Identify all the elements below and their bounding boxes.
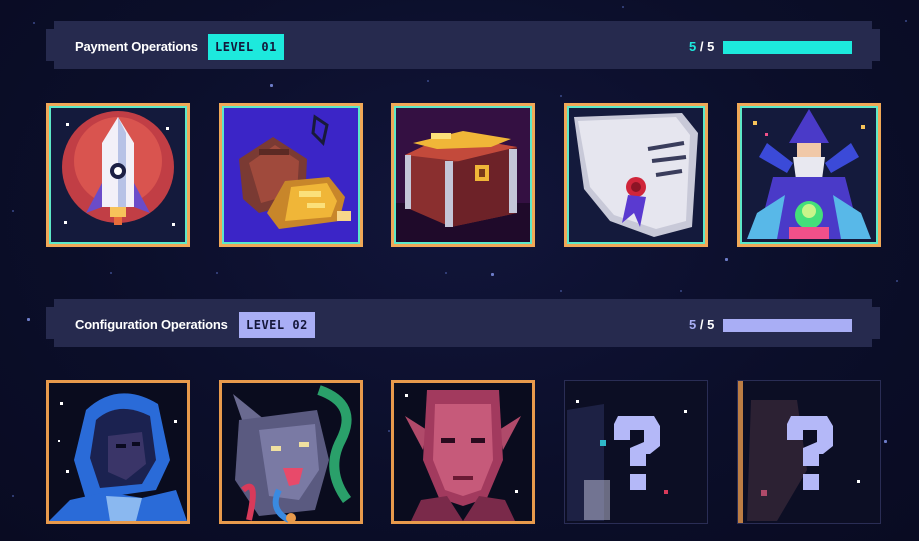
progress-count: 5 / 5 [689, 39, 714, 54]
level-badge: LEVEL 01 [208, 34, 284, 60]
achievement-card-elf[interactable] [391, 380, 535, 524]
achievement-card-wizard[interactable] [737, 103, 881, 247]
achievement-card-astronaut[interactable] [46, 380, 190, 524]
elf-portrait-icon [391, 380, 535, 524]
progress-current: 5 [689, 39, 697, 54]
achievement-card-gold-bag[interactable] [219, 103, 363, 247]
treasure-chest-icon [391, 103, 535, 247]
mystery-question-icon [564, 380, 708, 524]
section-header-configuration-operations: Configuration Operations LEVEL 02 5 / 5 [46, 299, 880, 347]
scroll-icon [564, 103, 708, 247]
section-header-payment-operations: Payment Operations LEVEL 01 5 / 5 [46, 21, 880, 69]
achievement-card-locked-2[interactable] [737, 380, 881, 524]
mystery-question-icon [737, 380, 881, 524]
achievement-card-treasure-chest[interactable] [391, 103, 535, 247]
astronaut-portrait-icon [46, 380, 190, 524]
achievement-card-scroll[interactable] [564, 103, 708, 247]
progress-bar [723, 319, 852, 332]
progress-bar [723, 41, 852, 54]
achievements-screen: Payment Operations LEVEL 01 5 / 5 Config… [0, 0, 919, 541]
progress-fill [723, 41, 852, 54]
rocket-icon [46, 103, 190, 247]
wolf-warrior-portrait-icon [219, 380, 363, 524]
level-badge: LEVEL 02 [239, 312, 315, 338]
progress-fill [723, 319, 852, 332]
progress-total: / 5 [699, 317, 715, 332]
wizard-icon [737, 103, 881, 247]
achievement-card-wolf-warrior[interactable] [219, 380, 363, 524]
progress-total: / 5 [699, 39, 715, 54]
section-title: Configuration Operations [75, 317, 228, 332]
achievement-card-rocket[interactable] [46, 103, 190, 247]
bag-of-gold-icon [219, 103, 363, 247]
section-title: Payment Operations [75, 39, 198, 54]
progress-current: 5 [689, 317, 697, 332]
achievement-card-locked-1[interactable] [564, 380, 708, 524]
progress-count: 5 / 5 [689, 317, 714, 332]
